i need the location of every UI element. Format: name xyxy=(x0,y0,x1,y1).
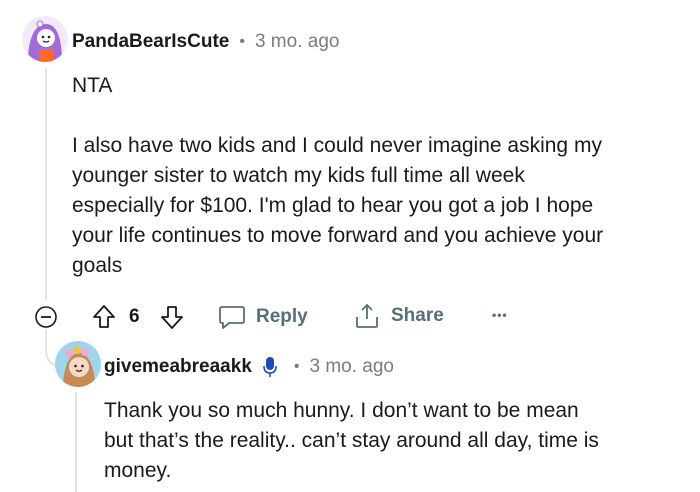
collapse-icon[interactable] xyxy=(34,305,58,329)
reply-username[interactable]: givemeabreaakk xyxy=(104,356,252,378)
comment-line: goals xyxy=(72,254,123,277)
comment-line: younger sister to watch my kids full tim… xyxy=(72,164,525,187)
comment-line: I also have two kids and I could never i… xyxy=(72,134,602,157)
share-label: Share xyxy=(391,305,444,326)
reply-line: but that’s the reality.. can’t stay arou… xyxy=(104,429,599,452)
share-button[interactable]: Share xyxy=(353,302,444,330)
share-icon xyxy=(353,302,381,330)
comment-icon xyxy=(218,304,246,330)
thread-line-reply xyxy=(75,392,77,492)
timestamp[interactable]: 3 mo. ago xyxy=(255,31,340,53)
reply-button[interactable]: Reply xyxy=(218,304,308,330)
username[interactable]: PandaBearIsCute xyxy=(72,31,229,53)
reply-body: Thank you so much hunny. I don’t want to… xyxy=(104,396,694,486)
vote-count: 6 xyxy=(129,306,140,327)
reply-line: Thank you so much hunny. I don’t want to… xyxy=(104,399,579,422)
reply-label: Reply xyxy=(256,306,308,327)
comment-line: especially for $100. I'm glad to hear yo… xyxy=(72,194,594,217)
thread-line-main xyxy=(45,68,47,300)
reply-timestamp[interactable]: 3 mo. ago xyxy=(310,356,395,378)
comment-line: your life continues to move forward and … xyxy=(72,224,604,247)
avatar[interactable] xyxy=(22,16,68,62)
comment-paragraph: NTA xyxy=(72,74,113,97)
upvote-icon[interactable] xyxy=(92,304,116,330)
more-options-button[interactable]: ••• xyxy=(492,308,508,322)
separator-dot: • xyxy=(239,33,245,50)
downvote-icon[interactable] xyxy=(160,304,184,330)
separator-dot: • xyxy=(293,358,300,375)
microphone-icon xyxy=(262,355,278,379)
reply-line: money. xyxy=(104,459,172,482)
comment-body: NTA I also have two kids and I could nev… xyxy=(72,71,692,281)
reply-avatar[interactable] xyxy=(55,341,101,387)
